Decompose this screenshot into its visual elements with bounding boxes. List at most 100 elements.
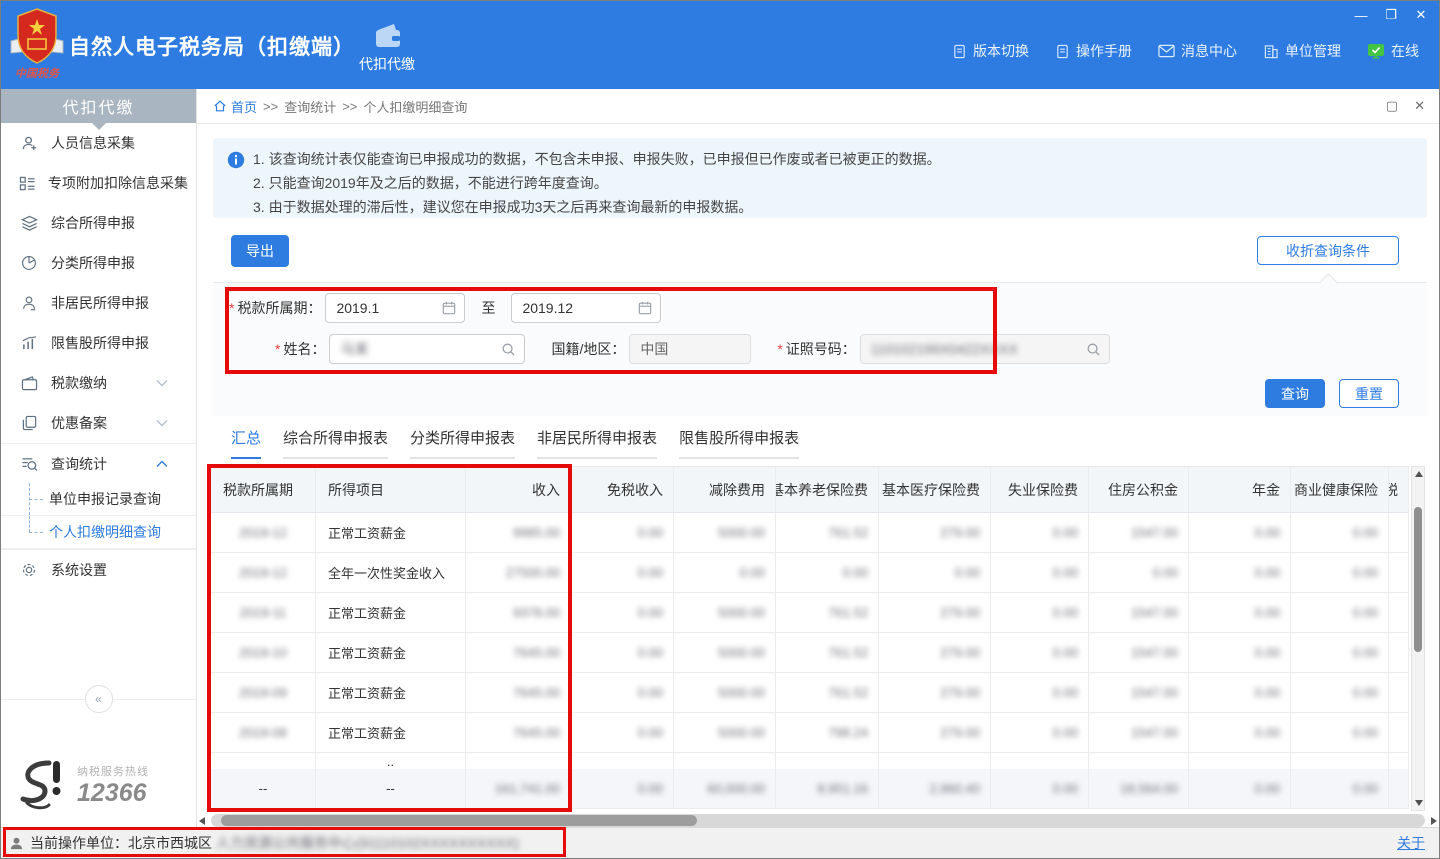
id-number-input[interactable]: 110102199X0422XXXX (860, 334, 1110, 364)
tab-3[interactable]: 分类所得申报表 (410, 427, 515, 459)
sidebar-collapse-button[interactable]: « (85, 685, 113, 713)
collapse-query-button[interactable]: 收折查询条件 (1257, 236, 1399, 265)
sidebar: 代扣代缴 人员信息采集专项附加扣除信息采集综合所得申报分类所得申报非居民所得申报… (1, 89, 197, 827)
col-header: 税款所属期 (211, 466, 316, 513)
header-menu-label: 操作手册 (1076, 41, 1132, 61)
tab-2[interactable]: 综合所得申报表 (283, 427, 388, 459)
table-row: 2019-12正常工资薪金9985.000.005000.00761.52279… (211, 513, 1411, 553)
vertical-scroll-thumb[interactable] (1414, 507, 1422, 652)
id-label: 证照号码： (786, 339, 856, 359)
horizontal-scroll-thumb[interactable] (221, 815, 697, 826)
cell-value: 5000.00 (674, 713, 776, 753)
result-tabs: 汇总综合所得申报表分类所得申报表非居民所得申报表限售股所得申报表 (231, 427, 799, 459)
sidebar-item-query-stats[interactable]: 查询统计 (1, 443, 196, 483)
name-input[interactable]: 马某 (329, 334, 525, 364)
header-menu-item-5[interactable]: 在线 (1367, 41, 1419, 61)
tab-1[interactable]: 汇总 (231, 427, 261, 459)
search-icon[interactable] (1086, 342, 1101, 357)
col-header-text: 税款所属期 (223, 480, 293, 500)
scroll-down-arrow[interactable] (1415, 800, 1423, 806)
tab-5[interactable]: 限售股所得申报表 (679, 427, 799, 459)
cell-value: 279.00 (879, 593, 991, 633)
cell-value-text: 0.00 (1255, 685, 1280, 700)
header-menu-item-3[interactable]: 消息中心 (1158, 41, 1237, 61)
calendar-icon[interactable] (442, 301, 456, 315)
sidebar-item-8[interactable]: 优惠备案 (1, 403, 196, 443)
sidebar-item-7[interactable]: 税款缴纳 (1, 363, 196, 403)
cell-clipped (466, 753, 571, 769)
cell-clipped-text: .. (387, 754, 394, 769)
sidebar-header: 代扣代缴 (1, 89, 196, 123)
about-link[interactable]: 关于 (1397, 833, 1425, 853)
breadcrumb-sep: >> (342, 99, 357, 114)
panel-maximize-icon[interactable]: ▢ (1386, 98, 1398, 114)
calendar-icon[interactable] (638, 301, 652, 315)
breadcrumb-home[interactable]: 首页 (213, 97, 257, 116)
cell-total-value-text: 0.00 (1353, 781, 1378, 796)
query-button[interactable]: 查询 (1265, 379, 1325, 408)
restore-button[interactable]: ❐ (1383, 7, 1399, 23)
cell-value: 1547.00 (1089, 513, 1189, 553)
scroll-left-arrow[interactable] (199, 817, 205, 825)
reset-button[interactable]: 重置 (1339, 379, 1399, 408)
tab-4[interactable]: 非居民所得申报表 (537, 427, 657, 459)
sidebar-subitem-2[interactable]: 个人扣缴明细查询 (1, 516, 196, 549)
cell-clipped: .. (316, 753, 466, 769)
chevron-up-icon (152, 460, 172, 468)
cell-value-text: 0.00 (638, 565, 663, 580)
notice-box: 1. 该查询统计表仅能查询已申报成功的数据，不包含未申报、申报失败，已申报但已作… (213, 138, 1427, 218)
header-menu-item-4[interactable]: 单位管理 (1263, 41, 1341, 61)
sidebar-item-label: 非居民所得申报 (51, 293, 184, 313)
vertical-scrollbar[interactable] (1411, 466, 1425, 811)
scroll-right-arrow[interactable] (1431, 817, 1437, 825)
chevron-down-icon (152, 379, 172, 387)
sidebar-item-5[interactable]: 非居民所得申报 (1, 283, 196, 323)
sidebar-item-6[interactable]: 限售股所得申报 (1, 323, 196, 363)
cell-period-text: 2019-12 (239, 525, 287, 540)
col-header: 收入 (466, 466, 571, 513)
cell-total-value: 161,741.00 (466, 769, 571, 809)
tab-withholding-module[interactable]: 代扣代缴 (349, 13, 425, 83)
horizontal-scrollbar[interactable] (211, 814, 1425, 827)
sidebar-item-2[interactable]: 专项附加扣除信息采集 (1, 163, 196, 203)
sidebar-item-label: 分类所得申报 (51, 253, 184, 273)
scroll-up-arrow[interactable] (1415, 471, 1423, 477)
cell-period-text: 2019-10 (239, 645, 287, 660)
module-tab-label: 代扣代缴 (359, 54, 415, 74)
col-header-text: 所得项目 (328, 480, 384, 500)
cell-value-text: 5000.00 (718, 685, 765, 700)
sidebar-item-3[interactable]: 综合所得申报 (1, 203, 196, 243)
cell-value-text: 0.00 (1353, 725, 1378, 740)
export-button[interactable]: 导出 (231, 235, 289, 267)
cell-value-text: 0.00 (638, 525, 663, 540)
cell-value-text: 761.52 (828, 645, 868, 660)
header-menu-item-2[interactable]: 操作手册 (1055, 41, 1132, 61)
minimize-button[interactable]: — (1353, 7, 1369, 23)
cell-value: 761.52 (776, 673, 879, 713)
col-header-text: 失业保险费 (1008, 480, 1078, 500)
header-menu-label: 消息中心 (1181, 41, 1237, 61)
col-header: 税 (1389, 466, 1409, 513)
period-to-input[interactable]: 2019.12 (511, 293, 661, 323)
period-from-input[interactable]: 2019.1 (325, 293, 465, 323)
cell-value: 0.00 (879, 553, 991, 593)
cell-total-value-text: 0.00 (1255, 781, 1280, 796)
search-icon[interactable] (501, 342, 516, 357)
cell-value-text: 0.00 (1053, 605, 1078, 620)
sidebar-subitem-1[interactable]: 单位申报记录查询 (1, 483, 196, 516)
wallet-outline-icon (19, 376, 39, 391)
cell-value: 0.00 (571, 513, 674, 553)
panel-close-icon[interactable]: ✕ (1414, 98, 1425, 114)
breadcrumb-item[interactable]: 查询统计 (284, 97, 336, 116)
period-from-value: 2019.1 (336, 300, 379, 316)
header-menu-item-1[interactable]: 版本切换 (952, 41, 1029, 61)
close-button[interactable]: ✕ (1413, 7, 1429, 23)
cell-total-period: -- (211, 769, 316, 809)
hotline-block: 纳税服务热线 12366 (15, 759, 149, 811)
sidebar-item-settings[interactable]: 系统设置 (1, 549, 196, 589)
cell-value-text: 279.00 (940, 525, 980, 540)
required-asterisk: * (777, 341, 782, 357)
sidebar-item-4[interactable]: 分类所得申报 (1, 243, 196, 283)
nationality-input[interactable]: 中国 (629, 334, 751, 364)
cell-value: 0.00 (674, 553, 776, 593)
